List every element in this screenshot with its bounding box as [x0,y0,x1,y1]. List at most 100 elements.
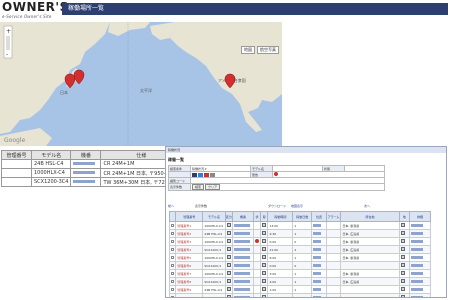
row-checkbox[interactable] [171,239,174,243]
map[interactable]: 太平洋 アメリカ合衆国 日本 Google + - 地図 航空写真 [0,22,282,146]
type-icon [226,247,231,251]
type-icon [226,279,231,283]
location-text: 日本, 広島県 [342,231,360,236]
map-icon[interactable] [400,263,405,267]
operating-hours: 4:00 [269,279,277,284]
model-name: SCX1200-3 [204,263,221,268]
table-row[interactable]: 管理番号1 1000HLX-C4 13:00 1 日本, 新潟県 [168,221,431,230]
table-row[interactable]: 管理番号2 24B HSL-C4 9:30 1 日本, 広島県 [168,229,431,238]
position-blur [313,231,322,235]
row-checkbox[interactable] [171,247,174,251]
zoom-control[interactable]: + - [3,25,13,59]
serial-blur [234,287,251,291]
location-text: 日本, 広島県 [342,279,360,284]
detail-blur[interactable] [411,231,424,235]
detail-blur[interactable] [411,287,424,291]
table-row[interactable]: 管理番号9 24B HSL-C4 1:00 1 [168,285,431,294]
table-row[interactable]: 管理番号8 SCX1200-3 4:00 1 日本, 広島県 [168,277,431,286]
table-row[interactable]: 管理番号7 1000HLX-C4 3:00 1 日本, 新潟県 [168,269,431,278]
count-label: 表示件数 [168,183,191,191]
map-icon[interactable] [400,223,405,227]
position-blur [313,271,322,275]
position-blur [313,247,322,251]
zoom-out-icon[interactable]: - [6,51,8,58]
control-number-link[interactable]: 管理番号1 [177,224,191,228]
satellite-view-button[interactable]: 航空写真 [257,46,279,54]
clear-button[interactable]: クリア [204,184,220,190]
alert-icon [254,239,259,243]
table-row[interactable]: SCX1200-3C4 TW 36M+30M 日本, 〒729-041 [1,177,183,187]
type-icon [226,255,231,259]
download-link[interactable]: ダウンロード [268,204,286,208]
detail-blur[interactable] [411,279,424,283]
control-number-link[interactable]: 管理番号8 [177,280,191,284]
control-number-link[interactable]: 管理番号9 [177,288,191,292]
search-button[interactable]: 検索 [192,184,205,190]
map-icon[interactable] [400,279,405,283]
row-checkbox[interactable] [171,231,174,235]
map-display-link[interactable]: 地図表示 [291,204,303,208]
status-icon [262,295,267,297]
map-icon[interactable] [400,239,405,243]
detail-blur[interactable] [411,263,424,267]
model-name: 24B HSL-C4 [204,231,223,236]
next-link[interactable]: 次へ [364,204,370,208]
detail-blur[interactable] [411,239,424,243]
table-row[interactable]: 管理番号5 1000HLX-C4 6:00 1 日本, 新潟県 [168,253,431,262]
col-header: 所在地 [340,211,400,222]
control-number-link[interactable]: SCX1200-3 [177,296,194,298]
control-number-link[interactable]: 管理番号3 [177,240,191,244]
row-checkbox[interactable] [171,223,174,227]
map-icon[interactable] [400,255,405,259]
detail-blur[interactable] [411,295,424,297]
control-number-link[interactable]: 管理番号5 [177,256,191,260]
model-name: 1000HLX-C4 [204,223,223,228]
control-number-link[interactable]: 管理番号7 [177,272,191,276]
operating-days: 1 [294,271,297,276]
operating-hours: 0:00 [269,239,277,244]
table-row[interactable]: 管理番号3 1000HLX-C4 0:00 0 日本, 新潟県 [168,237,431,246]
row-checkbox[interactable] [171,287,174,291]
table-row[interactable]: 管理番号4 SCX1200-3 21:00 2 日本, 広島県 [168,245,431,254]
row-checkbox[interactable] [171,255,174,259]
table-row[interactable]: SCX1200-3 0:00 0 [168,293,431,298]
type-icon [226,231,231,235]
list-toolbar: 前へ 表示件数 ダウンロード 地図表示 次へ [168,203,446,209]
operating-hours: 9:30 [269,231,277,236]
row-checkbox[interactable] [171,271,174,275]
detail-blur[interactable] [411,255,424,259]
location-text: 日本, 新潟県 [342,255,360,260]
type-icon [226,271,231,275]
table-row[interactable]: 1000HLX-C4 CR 24M+1M 日本, 〒950-312 [1,168,183,178]
table-row[interactable]: 管理番号6 SCX1200-3 0:00 0 [168,261,431,270]
position-blur [313,263,322,267]
row-checkbox[interactable] [171,279,174,283]
detail-blur[interactable] [411,271,424,275]
model-name: 1000HLX-C4 [204,239,223,244]
map-icon[interactable] [400,247,405,251]
detail-blur[interactable] [411,247,424,251]
prev-link[interactable]: 前へ [168,204,174,208]
col-header: 区分 [224,211,234,222]
machine-table: 管理番号 モデル名 機番 仕様 24B HSL-C4 CR 24M+1M 100… [1,150,183,187]
map-icon[interactable] [400,231,405,235]
control-number-link[interactable]: 管理番号4 [177,248,191,252]
map-canvas[interactable]: 太平洋 アメリカ合衆国 日本 Google + - [0,22,282,146]
control-number-link[interactable]: 管理番号6 [177,264,191,268]
zoom-slider[interactable] [6,36,10,50]
map-icon[interactable] [400,295,405,297]
row-checkbox[interactable] [171,295,174,297]
operating-days: 0 [294,295,297,298]
control-number-link[interactable]: 管理番号2 [177,232,191,236]
map-view-button[interactable]: 地図 [241,46,255,54]
detail-blur[interactable] [411,223,424,227]
map-icon[interactable] [400,287,405,291]
row-checkbox[interactable] [171,263,174,267]
status-icon [262,239,267,243]
model-name: SCX1200-3 [204,247,221,252]
position-blur [313,287,322,291]
map-icon[interactable] [400,271,405,275]
table-row[interactable]: 24B HSL-C4 CR 24M+1M [1,159,183,169]
zoom-in-icon[interactable]: + [6,28,11,35]
count-select[interactable]: 表示件数 [195,204,207,208]
